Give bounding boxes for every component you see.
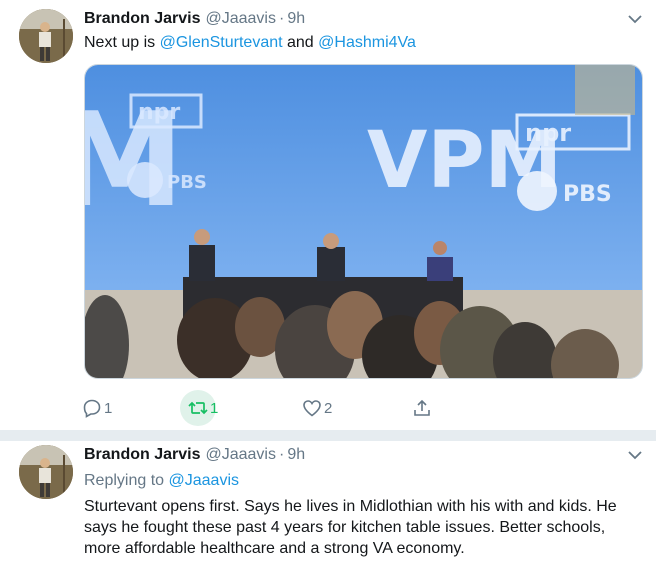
mention-link[interactable]: @GlenSturtevant <box>160 34 283 51</box>
replying-prefix: Replying to <box>84 472 169 489</box>
retweet-button[interactable]: 1 <box>180 390 304 426</box>
tweet-photo[interactable]: M npr PBS VPM npr PBS <box>84 64 643 379</box>
tweet-text-prefix: Next up is <box>84 34 160 51</box>
tweet-separator <box>0 431 656 441</box>
chevron-down-icon[interactable] <box>628 14 642 24</box>
author-name[interactable]: Brandon Jarvis <box>84 446 200 464</box>
avatar[interactable] <box>19 9 73 63</box>
tweet-header: Brandon Jarvis @Jaaavis · 9h <box>84 446 305 468</box>
like-button[interactable]: 2 <box>303 396 414 420</box>
author-name[interactable]: Brandon Jarvis <box>84 10 200 28</box>
like-count: 2 <box>324 399 333 417</box>
reply-button[interactable]: 1 <box>83 396 190 420</box>
replying-to: Replying to @Jaaavis <box>84 472 239 490</box>
svg-text:PBS: PBS <box>563 182 612 207</box>
svg-text:PBS: PBS <box>167 172 207 193</box>
tweet-header: Brandon Jarvis @Jaaavis · 9h <box>84 10 305 32</box>
share-button[interactable] <box>414 396 440 420</box>
author-handle[interactable]: @Jaaavis <box>205 446 276 464</box>
separator-dot: · <box>278 10 285 27</box>
timestamp[interactable]: 9h <box>287 10 305 28</box>
svg-text:npr: npr <box>525 119 571 147</box>
tweet-actions: 1 1 2 <box>83 390 440 426</box>
mention-link[interactable]: @Jaaavis <box>169 472 240 489</box>
reply-count: 1 <box>104 399 113 417</box>
tweet-text: Sturtevant opens first. Says he lives in… <box>84 498 617 557</box>
avatar[interactable] <box>19 445 73 499</box>
timestamp[interactable]: 9h <box>287 446 305 464</box>
author-handle[interactable]: @Jaaavis <box>205 10 276 28</box>
tweet-text-middle: and <box>282 34 319 51</box>
separator-dot: · <box>278 446 285 463</box>
retweet-count: 1 <box>210 399 219 417</box>
share-icon <box>404 390 440 426</box>
chevron-down-icon[interactable] <box>628 450 642 460</box>
svg-text:npr: npr <box>138 100 180 125</box>
tweet[interactable]: Brandon Jarvis @Jaaavis · 9h Replying to… <box>0 441 656 572</box>
mention-link[interactable]: @Hashmi4Va <box>318 34 416 51</box>
tweet-text: Next up is @GlenSturtevant and @Hashmi4V… <box>84 34 416 52</box>
tweet[interactable]: Brandon Jarvis @Jaaavis · 9h Next up is … <box>0 0 656 431</box>
